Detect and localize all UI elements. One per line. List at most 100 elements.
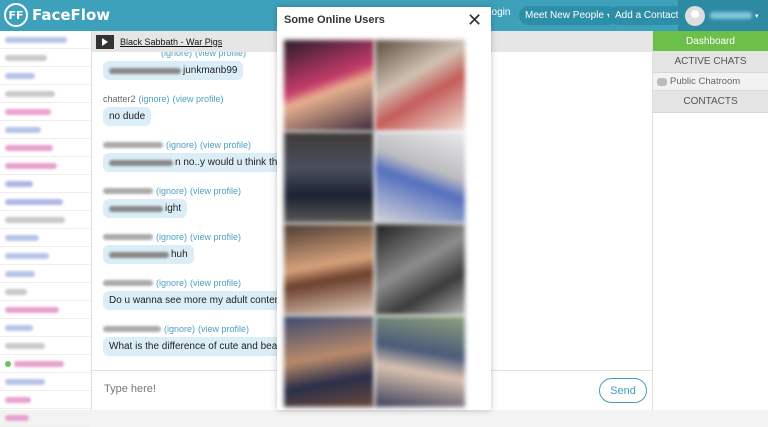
user-thumbnail[interactable] xyxy=(375,40,465,131)
message-username-blurred[interactable] xyxy=(103,326,161,332)
sidebar-username-blurred xyxy=(5,342,45,349)
message-username-blurred[interactable] xyxy=(103,280,153,286)
sidebar-username-blurred xyxy=(5,216,65,223)
sidebar-user-row[interactable] xyxy=(0,175,91,193)
contacts-header[interactable]: CONTACTS xyxy=(653,91,768,113)
meet-new-people-button[interactable]: Meet New People ▾ xyxy=(519,6,617,25)
sidebar-username-blurred xyxy=(5,324,33,331)
message-bubble: ight xyxy=(103,199,188,218)
message-text: huh xyxy=(171,249,188,260)
message-bubble: Do u wanna see more my adult content? xyxy=(103,291,295,310)
user-thumbnail[interactable] xyxy=(375,316,465,407)
sidebar-user-row[interactable] xyxy=(0,247,91,265)
sidebar-username-blurred xyxy=(5,378,45,385)
chat-message: chatter2 (ignore) (view profile) no dude xyxy=(103,94,227,126)
message-bubble: What is the difference of cute and beaut xyxy=(103,337,292,356)
ignore-link[interactable]: (ignore) xyxy=(156,232,187,242)
sidebar-user-row[interactable] xyxy=(0,409,91,427)
view-profile-link[interactable]: (view profile) xyxy=(190,278,241,288)
close-icon[interactable]: ✕ xyxy=(467,11,482,29)
active-chats-header[interactable]: ACTIVE CHATS xyxy=(653,51,768,73)
dashboard-button[interactable]: Dashboard xyxy=(653,31,768,51)
sidebar-username-blurred xyxy=(5,108,51,115)
mention-blurred xyxy=(109,251,169,258)
sidebar-username-blurred xyxy=(5,414,29,421)
sidebar-username-blurred xyxy=(5,72,35,79)
user-thumbnail[interactable] xyxy=(284,132,374,223)
sidebar-username-blurred xyxy=(5,396,31,403)
sidebar-user-row[interactable] xyxy=(0,85,91,103)
view-profile-link[interactable]: (view profile) xyxy=(200,140,251,150)
sidebar-username-blurred xyxy=(5,144,53,151)
sidebar-username-blurred xyxy=(14,360,64,367)
user-thumbnail[interactable] xyxy=(284,224,374,315)
user-thumbnail[interactable] xyxy=(284,316,374,407)
user-menu[interactable]: ▾ xyxy=(678,0,768,31)
ignore-link[interactable]: (ignore) xyxy=(166,140,197,150)
message-text: junkmanb99 xyxy=(183,65,238,76)
modal-title: Some Online Users xyxy=(284,14,385,26)
sidebar-user-row[interactable] xyxy=(0,67,91,85)
online-users-modal: Some Online Users ✕ xyxy=(277,7,491,410)
sidebar-username-blurred xyxy=(5,126,41,133)
public-chatroom-label: Public Chatroom xyxy=(670,76,741,87)
sidebar-user-row[interactable] xyxy=(0,355,91,373)
user-thumbnail[interactable] xyxy=(284,40,374,131)
ignore-link[interactable]: (ignore) xyxy=(161,52,192,58)
add-contact-button[interactable]: Add a Contact xyxy=(609,6,685,25)
track-link[interactable]: Black Sabbath - War Pigs xyxy=(120,37,222,47)
sidebar-user-row[interactable] xyxy=(0,139,91,157)
sidebar-username-blurred xyxy=(5,180,33,187)
message-meta: (ignore) (view profile) xyxy=(103,324,292,334)
sidebar-username-blurred xyxy=(5,270,35,277)
public-chatroom-item[interactable]: Public Chatroom xyxy=(653,73,768,91)
sidebar-username-blurred xyxy=(5,90,55,97)
view-profile-link[interactable]: (view profile) xyxy=(198,324,249,334)
logo[interactable]: FF FaceFlow xyxy=(4,3,110,27)
send-button[interactable]: Send xyxy=(599,378,647,403)
user-thumbnail[interactable] xyxy=(375,132,465,223)
sidebar-user-row[interactable] xyxy=(0,31,91,49)
message-username[interactable]: chatter2 xyxy=(103,94,136,104)
sidebar-user-row[interactable] xyxy=(0,121,91,139)
view-profile-link[interactable]: (view profile) xyxy=(195,52,246,58)
chat-message: (ignore) (view profile) ight xyxy=(103,186,244,218)
sidebar-user-row[interactable] xyxy=(0,301,91,319)
sidebar-username-blurred xyxy=(5,306,59,313)
sidebar-user-row[interactable] xyxy=(0,319,91,337)
sidebar-user-row[interactable] xyxy=(0,49,91,67)
message-text: no dude xyxy=(109,111,146,122)
chat-message: (ignore) (view profile) huh xyxy=(103,232,244,264)
ignore-link[interactable]: (ignore) xyxy=(164,324,195,334)
message-input[interactable]: Type here! xyxy=(104,383,156,395)
message-username-blurred[interactable] xyxy=(103,188,153,194)
chat-message: (ignore) (view profile) junkmanb99 xyxy=(103,52,249,80)
message-username-blurred[interactable] xyxy=(103,142,163,148)
ignore-link[interactable]: (ignore) xyxy=(156,186,187,196)
view-profile-link[interactable]: (view profile) xyxy=(173,94,224,104)
mention-blurred xyxy=(109,159,173,166)
ignore-link[interactable]: (ignore) xyxy=(156,278,187,288)
ignore-link[interactable]: (ignore) xyxy=(139,94,170,104)
message-meta: chatter2 (ignore) (view profile) xyxy=(103,94,227,104)
sidebar-user-row[interactable] xyxy=(0,265,91,283)
message-username-blurred[interactable] xyxy=(103,234,153,240)
sidebar-user-row[interactable] xyxy=(0,193,91,211)
view-profile-link[interactable]: (view profile) xyxy=(190,186,241,196)
play-icon[interactable] xyxy=(96,34,114,49)
sidebar-user-row[interactable] xyxy=(0,373,91,391)
user-thumbnail[interactable] xyxy=(375,224,465,315)
chat-message: (ignore) (view profile) What is the differ… xyxy=(103,324,292,356)
sidebar-user-row[interactable] xyxy=(0,103,91,121)
sidebar-user-row[interactable] xyxy=(0,283,91,301)
sidebar-username-blurred xyxy=(5,54,47,61)
sidebar-user-row[interactable] xyxy=(0,157,91,175)
username-blurred xyxy=(710,12,752,19)
sidebar-user-row[interactable] xyxy=(0,229,91,247)
sidebar-user-row[interactable] xyxy=(0,391,91,409)
sidebar-user-row[interactable] xyxy=(0,337,91,355)
mention-blurred xyxy=(109,205,163,212)
message-text: n no..y would u think that xyxy=(175,157,286,168)
view-profile-link[interactable]: (view profile) xyxy=(190,232,241,242)
sidebar-user-row[interactable] xyxy=(0,211,91,229)
